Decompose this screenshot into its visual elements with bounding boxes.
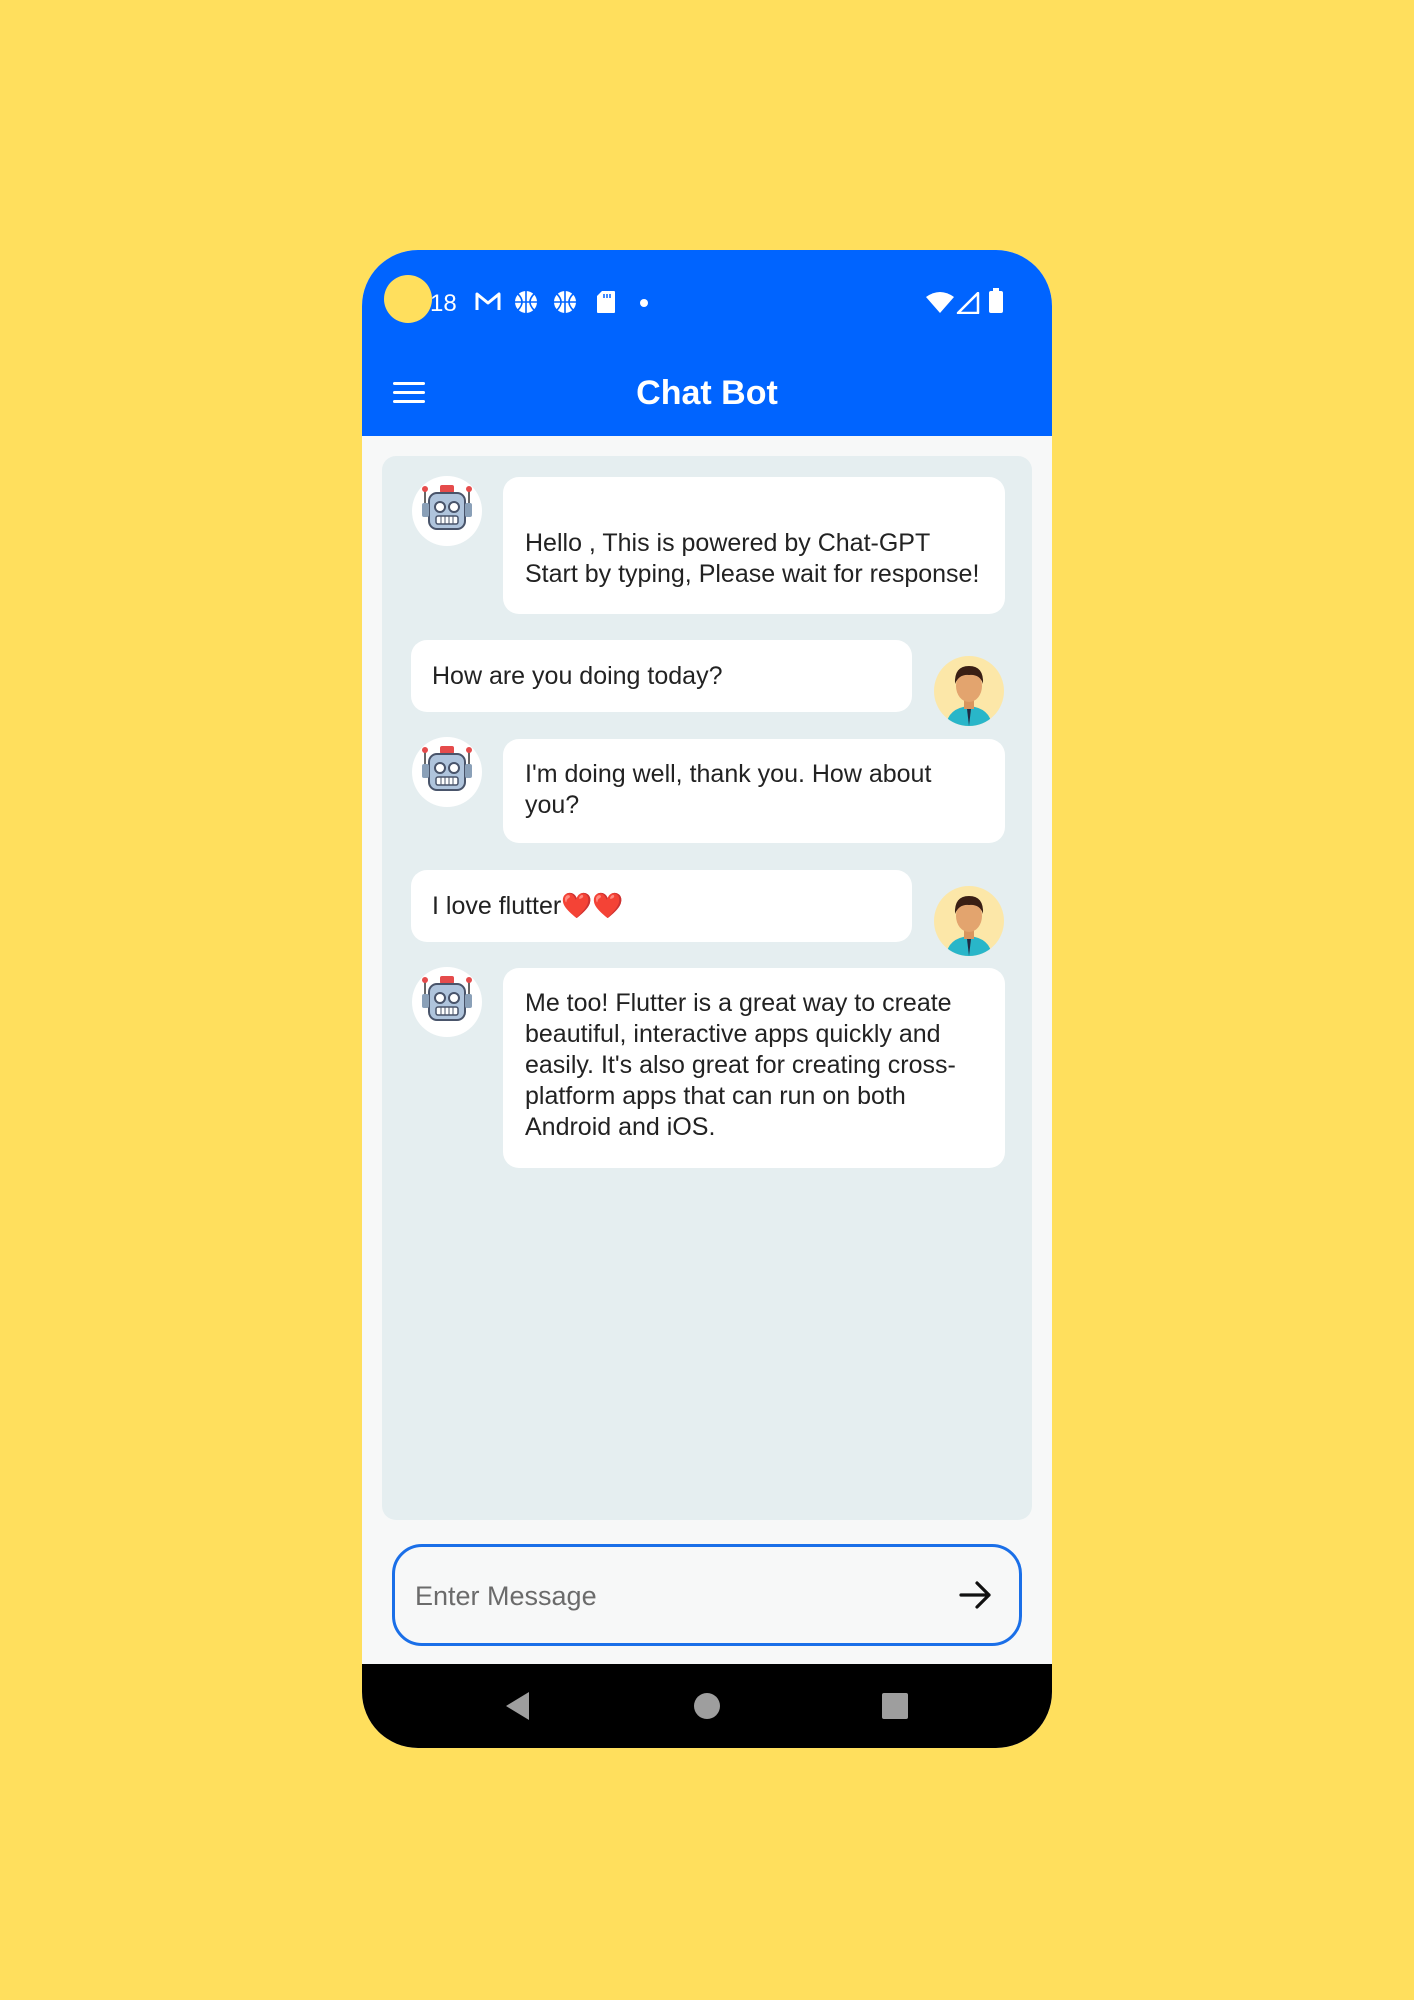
signal-icon (956, 292, 980, 314)
page-title: Chat Bot (636, 374, 778, 412)
back-icon[interactable] (503, 1690, 533, 1722)
chat-list[interactable]: Hello , This is powered by Chat-GPT Star… (382, 456, 1032, 1520)
system-nav-bar (362, 1664, 1052, 1748)
robot-icon (422, 746, 472, 791)
robot-icon (422, 485, 472, 530)
person-icon (946, 896, 992, 956)
menu-button[interactable] (390, 374, 428, 412)
robot-icon (422, 976, 472, 1021)
bot-message: Hello , This is powered by Chat-GPT Star… (503, 477, 1005, 614)
bot-avatar (412, 476, 482, 546)
bot-message: I'm doing well, thank you. How about you… (503, 739, 1005, 843)
user-message: How are you doing today? (411, 640, 912, 712)
recents-icon[interactable] (880, 1690, 910, 1722)
message-text: Hello , This is powered by Chat-GPT Star… (525, 529, 980, 588)
home-icon[interactable] (692, 1690, 722, 1722)
camera-cutout (384, 275, 432, 323)
wifi-icon (926, 292, 954, 313)
basketball-icon (554, 291, 576, 313)
arrow-right-icon (959, 1581, 991, 1609)
sd-card-icon (597, 291, 615, 313)
user-avatar (934, 656, 1004, 726)
bot-avatar (412, 737, 482, 807)
message-text: Me too! Flutter is a great way to create… (525, 989, 956, 1141)
battery-icon (989, 288, 1003, 313)
dot-icon (640, 299, 648, 307)
user-message: I love flutter❤️❤️ (411, 870, 912, 942)
phone-frame: 18 Chat Bot Hello , This is powered by C… (362, 250, 1052, 1748)
message-text: I love flutter❤️❤️ (432, 892, 624, 920)
gmail-icon (475, 292, 501, 310)
basketball-icon (515, 291, 537, 313)
send-button[interactable] (951, 1571, 999, 1619)
message-text: How are you doing today? (432, 662, 723, 690)
user-avatar (934, 886, 1004, 956)
message-text: I'm doing well, thank you. How about you… (525, 760, 932, 819)
app-bar: Chat Bot (362, 350, 1052, 436)
status-time: 18 (430, 290, 457, 317)
bot-avatar (412, 967, 482, 1037)
message-input[interactable] (413, 1567, 937, 1625)
status-bar: 18 (362, 250, 1052, 350)
bot-message: Me too! Flutter is a great way to create… (503, 968, 1005, 1168)
person-icon (946, 666, 992, 726)
message-input-box (392, 1544, 1022, 1646)
